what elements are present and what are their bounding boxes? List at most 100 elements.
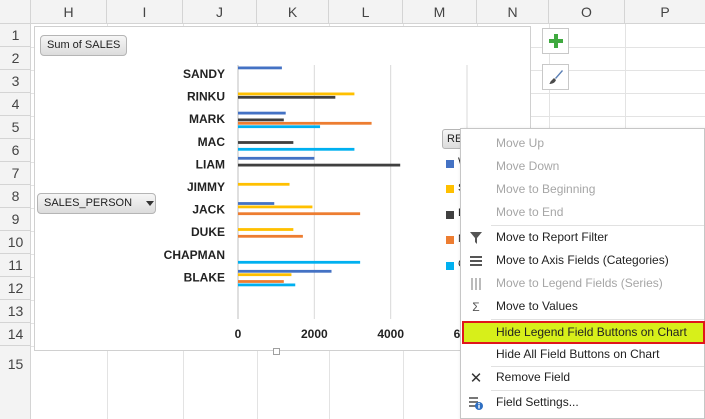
bar <box>238 283 296 287</box>
bar <box>238 280 284 283</box>
category-label: JACK <box>192 203 225 217</box>
row-header-3[interactable]: 3 <box>0 70 31 93</box>
bar <box>238 141 294 144</box>
menu-item-label: Move to End <box>496 205 564 219</box>
category-label: DUKE <box>191 225 225 239</box>
row-header-12[interactable]: 12 <box>0 277 31 300</box>
column-header-i[interactable]: I <box>107 0 183 24</box>
row-header-15[interactable]: 15 <box>0 346 31 419</box>
menu-item-move-to-end[interactable]: Move to End <box>462 201 705 224</box>
category-label: MARK <box>189 112 225 126</box>
sigma-icon: Σ <box>472 299 480 314</box>
column-header-corner[interactable] <box>0 0 31 24</box>
menu-item-label: Move to Values <box>496 299 578 313</box>
row-header-14[interactable]: 14 <box>0 323 31 346</box>
chart-styles-button[interactable] <box>542 64 569 90</box>
menu-item-field-settings[interactable]: Field Settings... <box>462 391 705 414</box>
bar <box>238 121 372 125</box>
menu-item-label: Hide Legend Field Buttons on Chart <box>496 325 687 339</box>
menu-item-label: Remove Field <box>496 370 571 384</box>
sales-person-field-label: SALES_PERSON <box>44 197 133 209</box>
row-header-2[interactable]: 2 <box>0 47 31 70</box>
bar <box>238 95 336 99</box>
bar <box>238 273 292 277</box>
bar <box>238 260 361 264</box>
bar <box>238 212 361 216</box>
menu-item-hide-all-field-buttons[interactable]: Hide All Field Buttons on Chart <box>462 343 705 366</box>
category-label: JIMMY <box>187 180 225 194</box>
row-header-1[interactable]: 1 <box>0 24 31 47</box>
bar <box>238 156 315 160</box>
column-header-n[interactable]: N <box>477 0 549 24</box>
row-header-10[interactable]: 10 <box>0 231 31 254</box>
legend-swatch <box>446 160 454 168</box>
bar <box>238 228 294 231</box>
column-header-m[interactable]: M <box>403 0 477 24</box>
category-label: MAC <box>198 135 226 149</box>
category-label: BLAKE <box>184 270 225 284</box>
column-header-k[interactable]: K <box>257 0 329 24</box>
menu-item-label: Move to Beginning <box>496 182 596 196</box>
column-header-j[interactable]: J <box>183 0 257 24</box>
menu-item-remove-field[interactable]: ✕ Remove Field <box>462 366 705 389</box>
menu-item-label: Move to Legend Fields (Series) <box>496 276 663 290</box>
plus-icon <box>548 34 563 48</box>
column-header-o[interactable]: O <box>549 0 625 24</box>
bar <box>238 269 332 273</box>
x-tick-label: 2000 <box>301 327 328 341</box>
category-label: LIAM <box>196 157 225 171</box>
bar <box>238 118 284 122</box>
menu-item-label: Field Settings... <box>496 395 579 409</box>
bar <box>238 125 321 129</box>
menu-item-label: Move to Axis Fields (Categories) <box>496 253 669 267</box>
paintbrush-icon <box>548 70 563 84</box>
sales-person-field-button[interactable]: SALES_PERSON <box>37 193 156 214</box>
menu-item-move-up[interactable]: Move Up <box>462 132 705 155</box>
bar <box>238 66 282 70</box>
row-header-13[interactable]: 13 <box>0 300 31 323</box>
x-icon: ✕ <box>469 369 483 387</box>
menu-separator <box>491 319 704 320</box>
bar <box>238 182 290 186</box>
sum-of-sales-field-button[interactable]: Sum of SALES <box>40 35 128 56</box>
bar <box>238 92 355 96</box>
menu-item-move-to-report-filter[interactable]: Move to Report Filter <box>462 226 705 249</box>
x-tick-label: 0 <box>235 327 242 341</box>
chart-elements-button[interactable] <box>542 28 569 54</box>
category-label: SANDY <box>183 67 225 81</box>
legend-swatch <box>446 185 454 193</box>
bar <box>238 111 286 115</box>
row-header-5[interactable]: 5 <box>0 116 31 139</box>
menu-item-label: Move Up <box>496 136 545 150</box>
resize-handle[interactable] <box>273 348 280 355</box>
bar <box>238 202 275 205</box>
column-header-h[interactable]: H <box>31 0 107 24</box>
field-settings-icon <box>468 395 484 411</box>
dropdown-arrow-icon <box>146 200 155 206</box>
columns-icon <box>468 276 484 292</box>
category-label: CHAPMAN <box>164 248 225 262</box>
row-header-9[interactable]: 9 <box>0 208 31 231</box>
menu-item-move-to-legend-fields[interactable]: Move to Legend Fields (Series) <box>462 272 705 295</box>
menu-item-label: Move Down <box>496 159 560 173</box>
menu-item-move-to-axis-fields[interactable]: Move to Axis Fields (Categories) <box>462 249 705 272</box>
legend-swatch <box>446 211 454 219</box>
menu-item-move-down[interactable]: Move Down <box>462 155 705 178</box>
column-header-l[interactable]: L <box>329 0 403 24</box>
filter-icon <box>468 230 484 246</box>
bar <box>238 205 313 209</box>
row-header-4[interactable]: 4 <box>0 93 31 116</box>
menu-item-move-to-values[interactable]: Σ Move to Values <box>462 295 705 318</box>
column-header-bar: H I J K L M N O P <box>0 0 705 24</box>
menu-item-hide-legend-field-buttons[interactable]: Hide Legend Field Buttons on Chart <box>462 321 705 344</box>
pivot-chart-area[interactable]: Sum of SALES SALES_PERSON 0200040006000S… <box>34 26 531 351</box>
row-header-11[interactable]: 11 <box>0 254 31 277</box>
row-header-6[interactable]: 6 <box>0 139 31 162</box>
menu-item-move-to-beginning[interactable]: Move to Beginning <box>462 178 705 201</box>
row-header-bar: 1 2 3 4 5 6 7 8 9 10 11 12 13 14 15 <box>0 24 31 419</box>
column-header-p[interactable]: P <box>625 0 705 24</box>
bar <box>238 147 355 151</box>
x-tick-label: 4000 <box>377 327 404 341</box>
row-header-8[interactable]: 8 <box>0 185 31 208</box>
row-header-7[interactable]: 7 <box>0 162 31 185</box>
